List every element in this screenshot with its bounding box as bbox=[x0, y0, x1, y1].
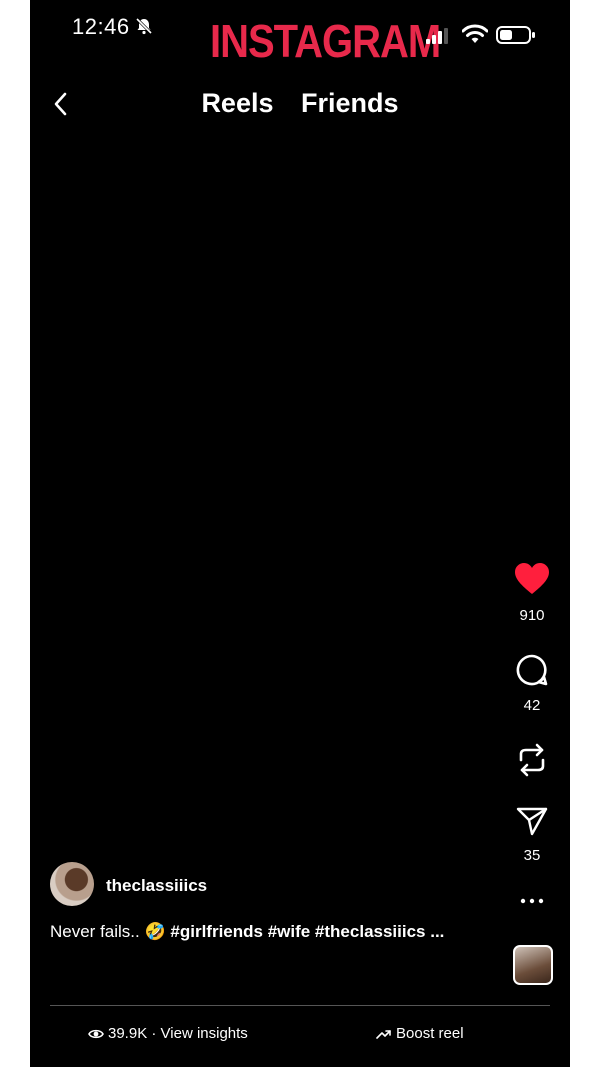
divider bbox=[50, 1005, 550, 1006]
bell-muted-icon bbox=[135, 17, 153, 35]
instagram-logo-text: INSTAGRAM bbox=[210, 16, 441, 68]
paper-plane-icon[interactable] bbox=[516, 806, 548, 836]
cellular-signal-icon bbox=[426, 28, 448, 44]
view-insights-button[interactable]: 39.9K · View insights bbox=[88, 1025, 248, 1042]
avatar[interactable] bbox=[50, 862, 94, 906]
wifi-icon bbox=[462, 24, 488, 43]
reels-screen: 12:46 INSTAGRAM Reels Friends 910 42 35 … bbox=[30, 0, 570, 1067]
comment-action[interactable]: 42 bbox=[504, 654, 560, 714]
tab-friends[interactable]: Friends bbox=[301, 88, 399, 119]
share-action[interactable]: 35 bbox=[504, 806, 560, 864]
reels-tabs: Reels Friends bbox=[30, 88, 570, 119]
battery-icon bbox=[496, 26, 535, 44]
boost-label[interactable]: Boost reel bbox=[396, 1025, 464, 1042]
username[interactable]: theclassiiics bbox=[106, 876, 207, 896]
audio-thumbnail[interactable] bbox=[513, 945, 553, 985]
more-horizontal-icon[interactable] bbox=[519, 897, 545, 905]
repost-icon[interactable] bbox=[517, 742, 547, 778]
share-count: 35 bbox=[523, 847, 541, 864]
boost-reel-button[interactable]: Boost reel bbox=[376, 1025, 464, 1042]
tab-reels[interactable]: Reels bbox=[201, 88, 273, 119]
heart-filled-icon[interactable] bbox=[514, 562, 550, 596]
post-caption[interactable]: Never fails.. 🤣 #girlfriends #wife #thec… bbox=[50, 922, 444, 942]
comment-count: 42 bbox=[523, 697, 541, 714]
repost-action[interactable] bbox=[504, 742, 560, 783]
views-text[interactable]: 39.9K · View insights bbox=[108, 1025, 248, 1042]
eye-icon bbox=[88, 1029, 104, 1039]
caption-emoji: 🤣 bbox=[144, 922, 166, 941]
caption-hashtags[interactable]: #girlfriends #wife #theclassiiics ... bbox=[170, 922, 444, 941]
more-options[interactable] bbox=[504, 892, 560, 910]
comment-bubble-icon[interactable] bbox=[516, 654, 548, 686]
like-action[interactable]: 910 bbox=[504, 562, 560, 624]
caption-text: Never fails.. bbox=[50, 922, 145, 941]
trend-up-icon bbox=[376, 1030, 391, 1039]
status-time: 12:46 bbox=[72, 14, 130, 39]
like-count: 910 bbox=[519, 607, 545, 624]
